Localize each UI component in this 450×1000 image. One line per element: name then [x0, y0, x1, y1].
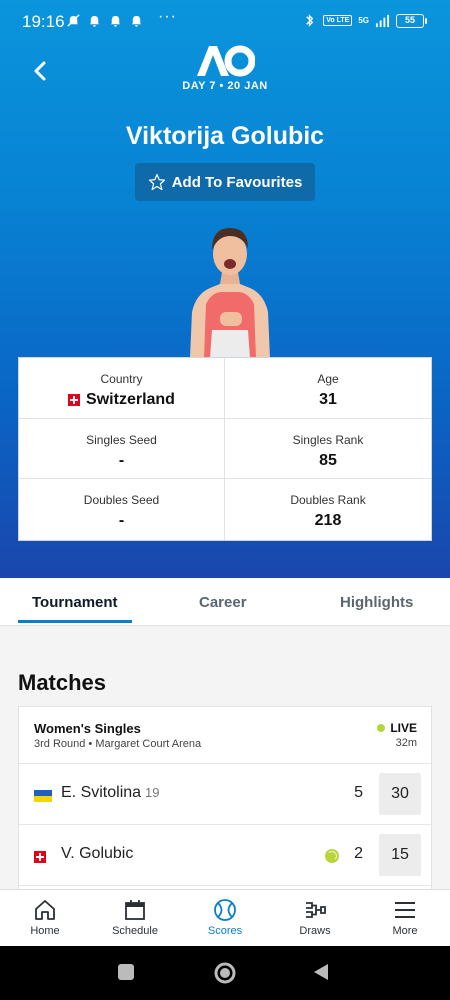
add-to-favourites-label: Add To Favourites	[171, 173, 303, 191]
system-navigation-bar	[0, 946, 450, 1000]
nav-label: More	[392, 925, 418, 937]
player-seed: 19	[145, 785, 160, 800]
nav-label: Draws	[299, 925, 331, 937]
match-round: 3rd Round • Margaret Court Arena	[34, 738, 202, 750]
set-score: 5	[354, 784, 363, 801]
player-stats-grid: Country Switzerland Age 31 Singles Seed …	[18, 357, 432, 541]
volte-badge: Vo LTE	[323, 15, 353, 26]
match-header: Women's Singles 3rd Round • Margaret Cou…	[19, 707, 431, 764]
nav-label: Schedule	[112, 925, 158, 937]
calendar-icon	[125, 900, 145, 920]
nav-scores[interactable]: Scores	[180, 890, 270, 946]
nav-label: Home	[30, 925, 60, 937]
bottom-navigation: Home Schedule Scores Draws More	[0, 889, 450, 946]
nav-schedule[interactable]: Schedule	[90, 890, 180, 946]
bell-icon	[89, 15, 100, 27]
ukraine-flag-icon	[34, 790, 52, 802]
matches-heading: Matches	[18, 670, 107, 695]
network-label: 5G	[358, 16, 369, 25]
tab-career[interactable]: Career	[199, 594, 247, 611]
stat-label: Singles Rank	[292, 432, 364, 447]
game-score: 15	[379, 834, 421, 876]
stat-value: 218	[314, 512, 342, 530]
stat-doubles-rank: Doubles Rank 218	[225, 479, 431, 540]
live-dot-icon	[377, 724, 386, 732]
stat-value: -	[118, 451, 125, 469]
nav-home[interactable]: Home	[0, 890, 90, 946]
stat-singles-rank: Singles Rank 85	[225, 419, 431, 480]
stat-value: 31	[319, 391, 337, 408]
nav-label: Scores	[207, 925, 243, 937]
bell-icon	[110, 15, 121, 27]
player-photo	[190, 228, 270, 358]
flag-wrapper	[34, 789, 52, 807]
stat-value: -	[118, 512, 125, 530]
switzerland-flag-icon	[68, 394, 81, 406]
switzerland-flag-icon	[34, 851, 46, 863]
game-score: 30	[379, 773, 421, 815]
tab-highlights[interactable]: Highlights	[340, 594, 413, 611]
stat-singles-seed: Singles Seed -	[19, 418, 225, 480]
stat-label: Age	[317, 372, 339, 386]
tournament-day: DAY 7 • 20 JAN	[182, 80, 268, 92]
match-player-row: E. Svitolina 19 5 30	[19, 764, 431, 825]
bracket-icon	[306, 902, 326, 918]
player-entry: V. Golubic	[61, 845, 133, 863]
match-card[interactable]: Women's Singles 3rd Round • Margaret Cou…	[18, 706, 432, 906]
nav-more[interactable]: More	[360, 890, 450, 946]
live-badge: LIVE	[377, 721, 417, 735]
stat-label: Doubles Rank	[290, 493, 366, 508]
player-entry: E. Svitolina 19	[61, 784, 160, 802]
status-bar: 19:16 ··· Vo LTE 5G 55	[0, 0, 450, 42]
bluetooth-icon	[306, 14, 314, 27]
menu-icon	[395, 902, 415, 918]
back-triangle-icon[interactable]	[312, 963, 330, 981]
stat-country: Country Switzerland	[19, 358, 225, 419]
player-name: Viktorija Golubic	[125, 122, 325, 150]
bell-icon	[131, 15, 142, 27]
set-score: 2	[354, 845, 363, 862]
signal-icon	[375, 14, 390, 28]
stat-value-row: Switzerland	[19, 391, 224, 409]
live-label: LIVE	[390, 721, 417, 735]
active-tab-indicator	[18, 620, 132, 623]
match-duration: 32m	[395, 737, 417, 749]
tennis-ball-icon	[214, 899, 236, 921]
flag-wrapper	[34, 850, 46, 868]
player-name: V. Golubic	[61, 845, 134, 862]
stat-value: Switzerland	[86, 391, 175, 408]
stat-value: 85	[319, 451, 337, 469]
home-circle-icon[interactable]	[213, 961, 237, 985]
more-notifications-icon: ···	[158, 8, 177, 25]
stat-label: Doubles Seed	[83, 493, 160, 508]
stat-label: Country	[100, 372, 143, 386]
tab-tournament[interactable]: Tournament	[32, 594, 118, 611]
serving-ball-icon	[325, 849, 339, 863]
battery-icon: 55	[396, 13, 427, 28]
ao-logo-icon	[197, 45, 255, 77]
match-player-row: V. Golubic 2 15	[19, 825, 431, 886]
notification-icons	[66, 13, 144, 28]
mute-alarm-icon	[67, 14, 80, 27]
profile-tabs: Tournament Career Highlights	[0, 578, 450, 626]
match-event: Women's Singles	[34, 721, 141, 736]
home-icon	[35, 900, 55, 920]
status-time: 19:16	[22, 12, 65, 31]
stat-label: Singles Seed	[86, 432, 157, 447]
stat-age: Age 31	[225, 358, 431, 419]
nav-draws[interactable]: Draws	[270, 890, 360, 946]
player-name: E. Svitolina	[61, 784, 142, 801]
star-icon	[148, 173, 165, 191]
recent-apps-icon[interactable]	[117, 963, 135, 981]
stat-doubles-seed: Doubles Seed -	[19, 479, 225, 540]
system-status: Vo LTE 5G 55	[302, 13, 427, 28]
add-to-favourites-button[interactable]: Add To Favourites	[135, 163, 315, 201]
